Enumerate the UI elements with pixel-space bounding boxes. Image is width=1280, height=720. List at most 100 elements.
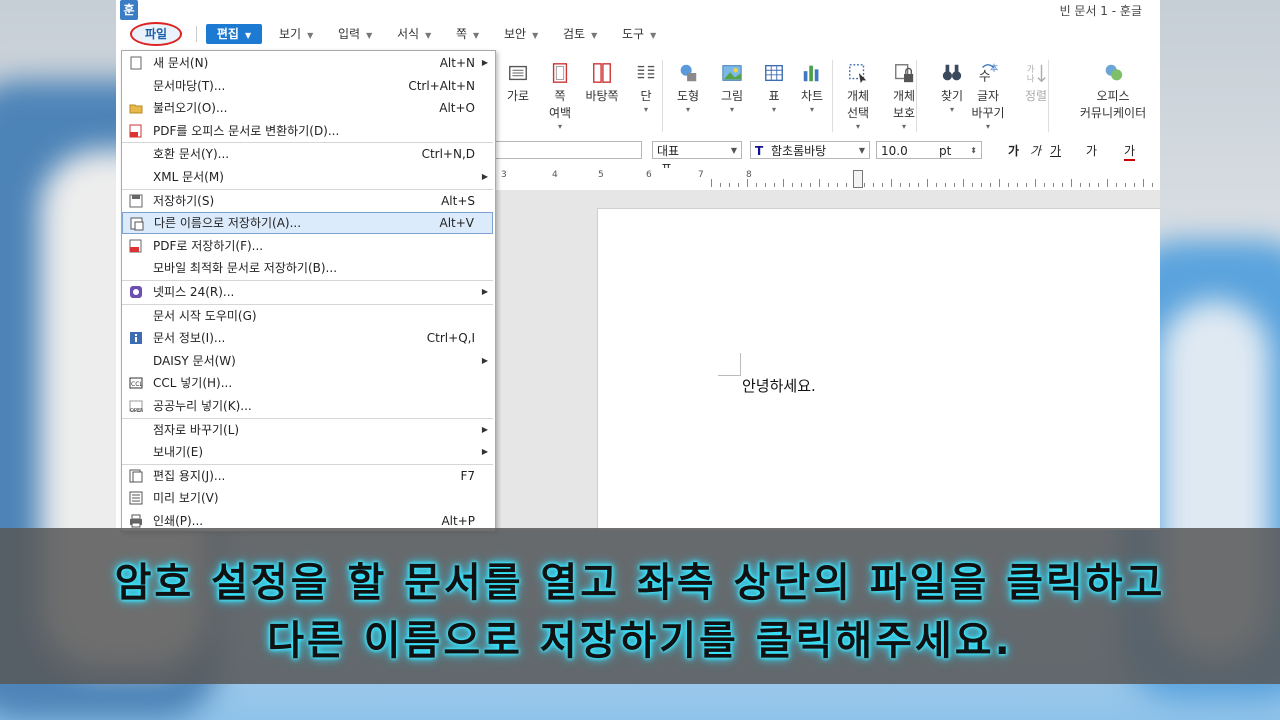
ruler-tick bbox=[1044, 183, 1045, 187]
file-menu-item[interactable]: 편집 용지(J)... F7 bbox=[122, 465, 493, 487]
bold-button[interactable]: 가 bbox=[1008, 142, 1019, 159]
style-dropdown[interactable]: 대표 ▼ bbox=[652, 141, 742, 159]
caption-banner: 암호 설정을 할 문서를 열고 좌측 상단의 파일을 클릭하고 다른 이름으로 … bbox=[0, 528, 1280, 684]
style-value: 대표 bbox=[657, 144, 680, 158]
ribbon-office-communicator[interactable]: 오피스 커뮤니케이터 bbox=[1074, 62, 1152, 122]
file-menu-item[interactable]: 모바일 최적화 문서로 저장하기(B)... bbox=[122, 257, 493, 279]
ribbon-sort[interactable]: 가 나 정렬 bbox=[1016, 62, 1056, 105]
font-select[interactable]: T 함초롬바탕 ▼ bbox=[750, 141, 870, 159]
save-icon bbox=[129, 194, 143, 208]
file-menu-item[interactable]: CCL CCL 넣기(H)... bbox=[122, 372, 493, 394]
style-select[interactable]: 대표 bbox=[492, 141, 672, 176]
ribbon-page-margin[interactable]: 쪽 여백 ▾ bbox=[540, 62, 580, 132]
file-menu-item[interactable]: 호환 문서(Y)... Ctrl+N,D bbox=[122, 143, 493, 165]
ribbon-landscape[interactable]: 가로 bbox=[498, 62, 538, 105]
menu-input[interactable]: 입력 ▼ bbox=[338, 24, 372, 44]
menu-page[interactable]: 쪽 ▼ bbox=[456, 24, 479, 44]
new-document-icon bbox=[130, 56, 142, 70]
menu-security[interactable]: 보안 ▼ bbox=[504, 24, 538, 44]
font-size-input[interactable]: 10.0 pt ⬍ bbox=[876, 141, 982, 159]
chevron-down-icon: ▼ bbox=[244, 31, 252, 40]
caption-line-1: 암호 설정을 할 문서를 열고 좌측 상단의 파일을 클릭하고 bbox=[114, 560, 1166, 606]
ribbon-picture-label: 그림 bbox=[720, 89, 744, 103]
ribbon-object-select[interactable]: 개체 선택 ▾ bbox=[838, 62, 878, 132]
file-menu-item[interactable]: 문서 정보(I)... Ctrl+Q,I bbox=[122, 327, 493, 349]
file-menu-item[interactable]: 다른 이름으로 저장하기(A)... Alt+V bbox=[122, 212, 493, 235]
menu-file[interactable]: 파일 bbox=[130, 22, 182, 46]
chevron-down-icon: ▾ bbox=[901, 122, 906, 131]
menu-format-label: 서식 bbox=[397, 27, 420, 41]
submenu-arrow-icon: ▶ bbox=[481, 424, 488, 434]
chevron-down-icon: ▼ bbox=[532, 31, 539, 40]
object-protect-icon bbox=[895, 64, 914, 83]
ruler-tick bbox=[1080, 183, 1081, 187]
file-menu-item[interactable]: PDF를 오피스 문서로 변환하기(D)... bbox=[122, 120, 493, 142]
submenu-arrow-icon: ▶ bbox=[481, 447, 488, 457]
save-as-icon bbox=[130, 217, 144, 231]
chevron-down-icon: ▼ bbox=[366, 31, 373, 40]
ruler-tick bbox=[1008, 183, 1009, 187]
menu-tools[interactable]: 도구 ▼ bbox=[622, 24, 656, 44]
ribbon-find[interactable]: 찾기 ▾ bbox=[932, 62, 972, 115]
font-color-button[interactable]: 가 bbox=[1124, 142, 1136, 161]
table-icon bbox=[765, 64, 783, 82]
horizontal-ruler[interactable]: 2112345678 bbox=[283, 168, 1160, 191]
ribbon-separator bbox=[916, 60, 917, 132]
chevron-down-icon: ▼ bbox=[307, 31, 314, 40]
ruler-tick bbox=[783, 179, 784, 187]
ribbon-table[interactable]: 표 ▾ bbox=[754, 62, 794, 115]
file-menu-item[interactable]: PDF로 저장하기(F)... bbox=[122, 235, 493, 257]
ruler-tick bbox=[837, 183, 838, 187]
file-menu-item[interactable]: 점자로 바꾸기(L) ▶ bbox=[122, 419, 493, 441]
ribbon-char-replace[interactable]: 수 本 글자 바꾸기 ▾ bbox=[968, 62, 1008, 132]
file-menu-item-shortcut: Ctrl+N,D bbox=[421, 147, 475, 162]
hwp-logo-icon: 훈 bbox=[120, 0, 138, 20]
file-menu-item[interactable]: OPEN 공공누리 넣기(K)... bbox=[122, 395, 493, 417]
indent-marker[interactable] bbox=[853, 170, 863, 188]
ruler-tick bbox=[1071, 179, 1072, 187]
ruler-tick bbox=[1098, 183, 1099, 187]
svg-text:OPEN: OPEN bbox=[130, 408, 143, 413]
ribbon-shape[interactable]: 도형 ▾ bbox=[668, 62, 708, 115]
menu-format[interactable]: 서식 ▼ bbox=[397, 24, 431, 44]
ribbon-master-page[interactable]: 바탕쪽 bbox=[582, 62, 622, 105]
ruler-tick bbox=[882, 183, 883, 187]
ribbon-picture[interactable]: 그림 ▾ bbox=[712, 62, 752, 115]
file-menu-item[interactable]: 보내기(E) ▶ bbox=[122, 441, 493, 463]
menu-view[interactable]: 보기 ▼ bbox=[279, 24, 313, 44]
spin-icon: ⬍ bbox=[970, 146, 977, 155]
file-menu-item-label: 모바일 최적화 문서로 저장하기(B)... bbox=[153, 261, 338, 276]
menu-security-label: 보안 bbox=[504, 27, 527, 41]
menu-edit[interactable]: 편집 ▼ bbox=[206, 24, 262, 44]
save-pdf-icon bbox=[129, 239, 142, 253]
binoculars-icon bbox=[942, 64, 962, 81]
file-menu-item[interactable]: DAISY 문서(W) ▶ bbox=[122, 350, 493, 372]
ribbon-columns[interactable]: 단 ▾ bbox=[626, 62, 666, 115]
ribbon-char-replace-label: 글자 바꾸기 bbox=[971, 89, 1005, 120]
file-menu-item[interactable]: 새 문서(N) Alt+N ▶ bbox=[122, 52, 493, 74]
file-menu-item-label: CCL 넣기(H)... bbox=[153, 376, 233, 391]
file-menu-item[interactable]: XML 문서(M) ▶ bbox=[122, 166, 493, 188]
file-menu-item[interactable]: 문서마당(T)... Ctrl+Alt+N bbox=[122, 75, 493, 97]
file-menu-item[interactable]: 문서 시작 도우미(G) bbox=[122, 305, 493, 327]
underline-button[interactable]: 가 bbox=[1050, 142, 1061, 159]
document-text[interactable]: 안녕하세요. bbox=[742, 375, 816, 396]
file-menu-item[interactable]: 저장하기(S) Alt+S bbox=[122, 190, 493, 212]
italic-button[interactable]: 가 bbox=[1030, 142, 1041, 159]
file-menu-item[interactable]: 넷피스 24(R)... ▶ bbox=[122, 281, 493, 303]
document-canvas: 안녕하세요. bbox=[492, 190, 1160, 530]
ribbon-page-margin-label: 쪽 여백 bbox=[548, 89, 572, 120]
menu-input-label: 입력 bbox=[338, 27, 361, 41]
document-page[interactable]: 안녕하세요. bbox=[597, 208, 1160, 530]
ribbon-chart[interactable]: 차트 ▾ bbox=[792, 62, 832, 115]
ribbon-object-protect[interactable]: 개체 보호 ▾ bbox=[884, 62, 924, 132]
file-menu-item[interactable]: 불러오기(O)... Alt+O bbox=[122, 97, 493, 119]
chevron-down-icon: ▼ bbox=[425, 31, 432, 40]
file-menu-item[interactable]: 미리 보기(V) bbox=[122, 487, 493, 509]
strike-button[interactable]: 가 bbox=[1086, 142, 1097, 159]
title-bar: 훈 빈 문서 1 - 훈글 bbox=[116, 0, 1160, 22]
menu-edit-label: 편집 bbox=[216, 27, 239, 41]
ruler-number: 6 bbox=[646, 170, 652, 180]
menu-review[interactable]: 검토 ▼ bbox=[563, 24, 597, 44]
ruler-tick bbox=[765, 183, 766, 187]
